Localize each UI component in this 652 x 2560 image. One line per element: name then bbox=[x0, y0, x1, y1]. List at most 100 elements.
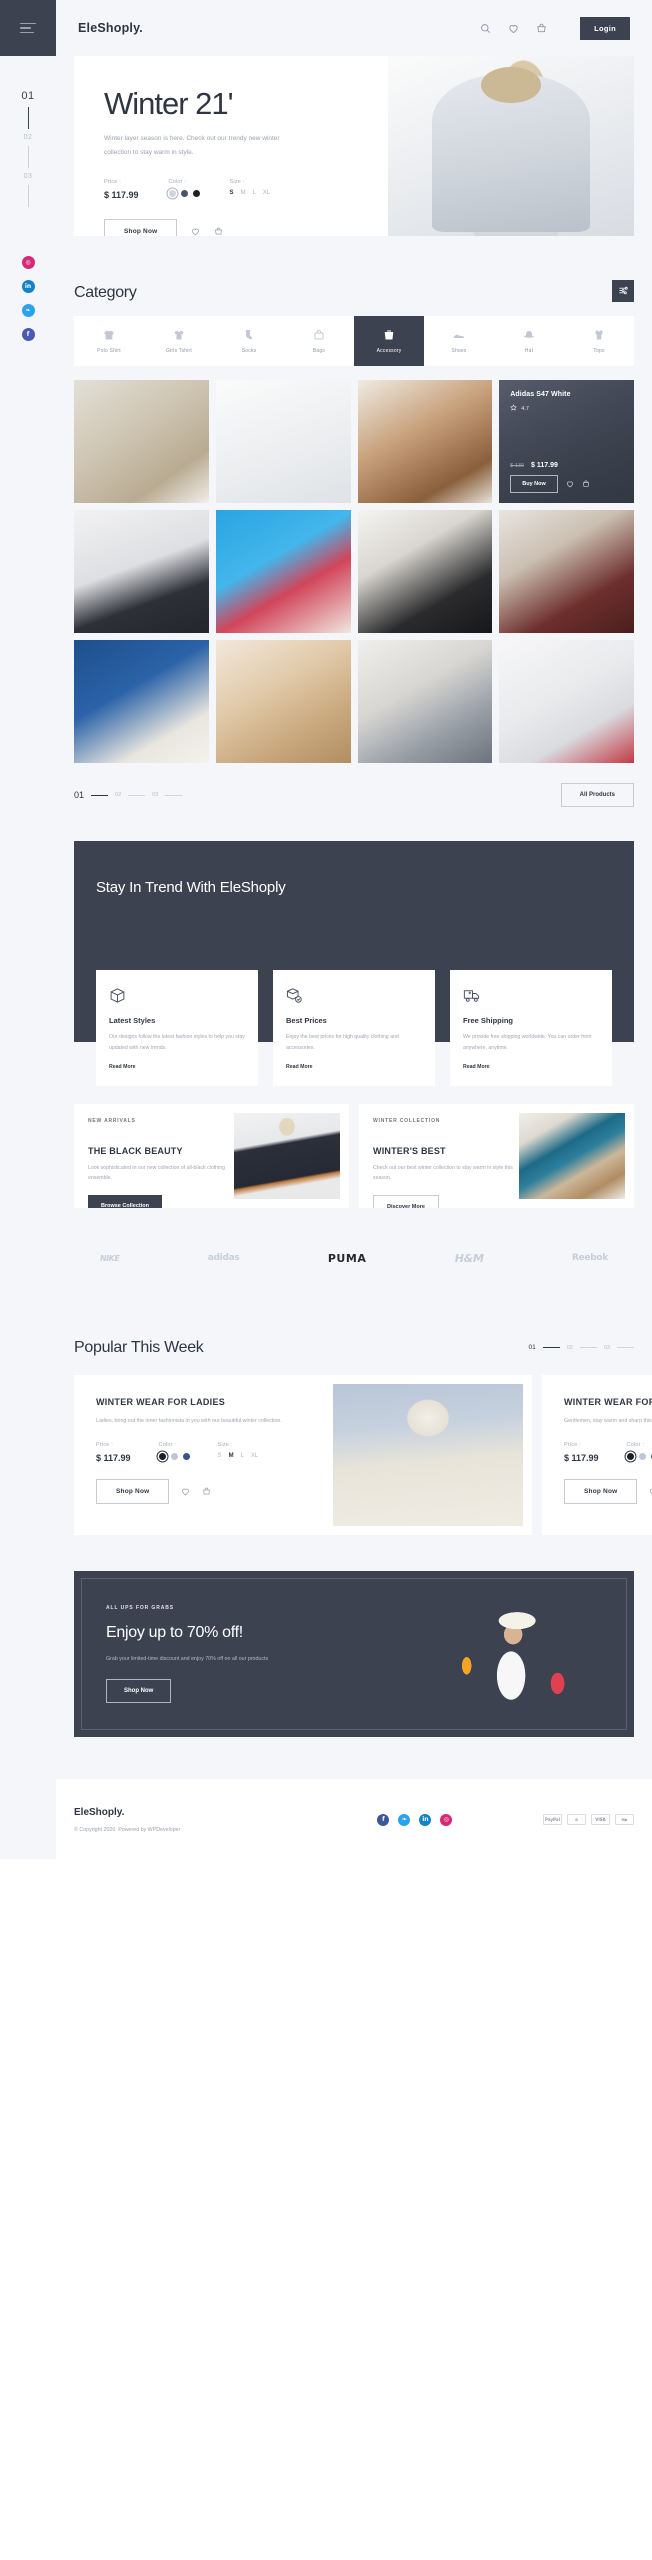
color-swatch-light[interactable] bbox=[638, 1453, 646, 1461]
grid-pager-row: 01 02 03 All Products bbox=[74, 783, 634, 807]
linkedin-icon[interactable]: in bbox=[21, 280, 35, 293]
category-tab-tops[interactable]: Tops bbox=[564, 316, 634, 366]
popular-size-options: S M L XL bbox=[218, 1453, 259, 1459]
product-tile[interactable] bbox=[357, 510, 493, 633]
read-more-link[interactable]: Read More bbox=[286, 1064, 422, 1070]
product-tile[interactable] bbox=[499, 510, 634, 633]
linkedin-icon[interactable]: in bbox=[419, 1813, 432, 1826]
featured-price-row: $ 130 $ 117.99 bbox=[510, 462, 623, 469]
category-tab-polo-shirt[interactable]: Polo Shirt bbox=[74, 316, 144, 366]
color-swatch-black[interactable] bbox=[626, 1453, 634, 1461]
heart-icon[interactable] bbox=[566, 480, 574, 488]
trend-title: Stay In Trend With EleShoply bbox=[96, 879, 286, 896]
offer-shop-now-button[interactable]: Shop Now bbox=[106, 1678, 172, 1703]
popular-page-01[interactable]: 01 bbox=[529, 1344, 536, 1351]
cart-icon[interactable] bbox=[202, 1487, 211, 1496]
size-option-xl[interactable]: XL bbox=[263, 190, 270, 196]
heart-icon[interactable] bbox=[508, 23, 519, 34]
heart-icon[interactable] bbox=[181, 1487, 190, 1496]
category-tab-socks[interactable]: Socks bbox=[214, 316, 284, 366]
size-option-s[interactable]: S bbox=[218, 1453, 222, 1459]
color-swatch-blue[interactable] bbox=[182, 1453, 190, 1461]
size-option-m[interactable]: M bbox=[229, 1453, 234, 1459]
category-tab-girls-tshirt[interactable]: Girls Tshirt bbox=[144, 316, 214, 366]
popular-card[interactable]: WINTER WEAR FOR LADIES Ladies, bring out… bbox=[74, 1374, 532, 1535]
color-swatch-slate[interactable] bbox=[180, 190, 188, 198]
color-swatch-light[interactable] bbox=[168, 190, 176, 198]
instagram-icon[interactable]: ◎ bbox=[440, 1813, 453, 1826]
read-more-link[interactable]: Read More bbox=[109, 1064, 245, 1070]
product-tile[interactable] bbox=[357, 380, 493, 503]
category-tab-accessory[interactable]: Accessory bbox=[354, 316, 424, 366]
product-tile[interactable] bbox=[499, 640, 634, 763]
category-tabs: Polo Shirt Girls Tshirt Socks Bags Acces… bbox=[74, 316, 634, 366]
discover-more-button[interactable]: Discover More bbox=[373, 1194, 439, 1208]
site-logo[interactable]: EleShoply. bbox=[78, 21, 143, 35]
product-tile[interactable] bbox=[74, 380, 209, 503]
product-tile[interactable] bbox=[74, 510, 209, 633]
product-tile[interactable] bbox=[215, 380, 351, 503]
popular-dash bbox=[617, 1347, 634, 1349]
facebook-icon[interactable]: f bbox=[21, 328, 35, 341]
brand-logos: NIKE adidas PUMA H&M Reebok bbox=[74, 1238, 634, 1291]
facebook-icon[interactable]: f bbox=[377, 1813, 390, 1826]
slide-number-02[interactable]: 02 bbox=[24, 134, 33, 141]
search-icon[interactable] bbox=[480, 23, 491, 34]
popular-shop-now-button[interactable]: Shop Now bbox=[564, 1479, 638, 1505]
size-option-s[interactable]: S bbox=[230, 190, 234, 196]
size-option-l[interactable]: L bbox=[253, 190, 256, 196]
popular-color-label: Color : bbox=[158, 1442, 177, 1449]
hero-title: Winter 21' bbox=[104, 86, 234, 121]
category-tab-hat[interactable]: Hat bbox=[494, 316, 564, 366]
menu-button[interactable] bbox=[0, 0, 56, 56]
category-tab-shoes[interactable]: Shoes bbox=[424, 316, 494, 366]
featured-product-card[interactable]: Adidas S47 White 4.7 $ 130 $ 117.99 Buy bbox=[499, 380, 634, 503]
popular-card[interactable]: WINTER WEAR FOR MEN Gentlemen, stay warm… bbox=[542, 1374, 652, 1535]
slide-number-03[interactable]: 03 bbox=[24, 173, 33, 180]
delivery-truck-icon bbox=[463, 984, 599, 1006]
pager-page-03[interactable]: 03 bbox=[152, 792, 158, 798]
popular-carousel[interactable]: WINTER WEAR FOR LADIES Ladies, bring out… bbox=[74, 1374, 652, 1535]
color-swatch-black[interactable] bbox=[192, 190, 200, 198]
popular-shop-now-button[interactable]: Shop Now bbox=[96, 1479, 170, 1505]
size-option-m[interactable]: M bbox=[241, 190, 246, 196]
product-tile[interactable] bbox=[74, 640, 209, 763]
filter-button[interactable] bbox=[612, 280, 634, 302]
pager-page-02[interactable]: 02 bbox=[115, 792, 121, 798]
instagram-icon[interactable]: ◎ bbox=[21, 256, 35, 269]
popular-page-02[interactable]: 02 bbox=[567, 1345, 573, 1351]
product-tile[interactable] bbox=[215, 640, 351, 763]
heart-icon[interactable] bbox=[191, 227, 200, 236]
all-products-button[interactable]: All Products bbox=[560, 783, 634, 807]
cart-icon[interactable] bbox=[214, 227, 223, 236]
buy-now-button[interactable]: Buy Now bbox=[510, 475, 558, 493]
hm-logo: H&M bbox=[454, 1251, 484, 1265]
cart-icon[interactable] bbox=[536, 23, 547, 34]
slide-number-01[interactable]: 01 bbox=[21, 90, 34, 102]
size-option-l[interactable]: L bbox=[241, 1453, 244, 1459]
popular-price-block: Price : $ 117.99 bbox=[96, 1442, 131, 1463]
twitter-icon[interactable]: ❧ bbox=[21, 304, 35, 317]
footer-logo[interactable]: EleShoply. bbox=[74, 1807, 287, 1818]
banner-heading: WINTER'S BEST bbox=[373, 1145, 446, 1156]
hero-price-block: Price : $ 117.99 bbox=[104, 179, 139, 200]
read-more-link[interactable]: Read More bbox=[463, 1064, 599, 1070]
twitter-icon[interactable]: ❧ bbox=[398, 1813, 411, 1826]
sliders-icon bbox=[618, 284, 629, 299]
login-button[interactable]: Login bbox=[580, 16, 630, 40]
color-swatch-black[interactable] bbox=[158, 1453, 166, 1461]
hero-shop-now-button[interactable]: Shop Now bbox=[104, 219, 178, 236]
color-swatch-light[interactable] bbox=[170, 1453, 178, 1461]
product-tile[interactable] bbox=[215, 510, 351, 633]
cart-icon[interactable] bbox=[582, 480, 590, 488]
size-option-xl[interactable]: XL bbox=[251, 1453, 258, 1459]
category-tab-bags[interactable]: Bags bbox=[284, 316, 354, 366]
popular-size-block: Size : S M L XL bbox=[218, 1442, 259, 1463]
pager-page-01[interactable]: 01 bbox=[74, 790, 84, 800]
product-tile[interactable] bbox=[357, 640, 493, 763]
polo-shirt-icon bbox=[103, 329, 115, 341]
hero-size-block: Size : S M L XL bbox=[230, 179, 271, 200]
browse-collection-button[interactable]: Browse Collection bbox=[88, 1194, 162, 1208]
popular-page-03[interactable]: 03 bbox=[604, 1345, 610, 1351]
hero-banner: Winter 21' Winter layer season is here. … bbox=[74, 56, 634, 236]
